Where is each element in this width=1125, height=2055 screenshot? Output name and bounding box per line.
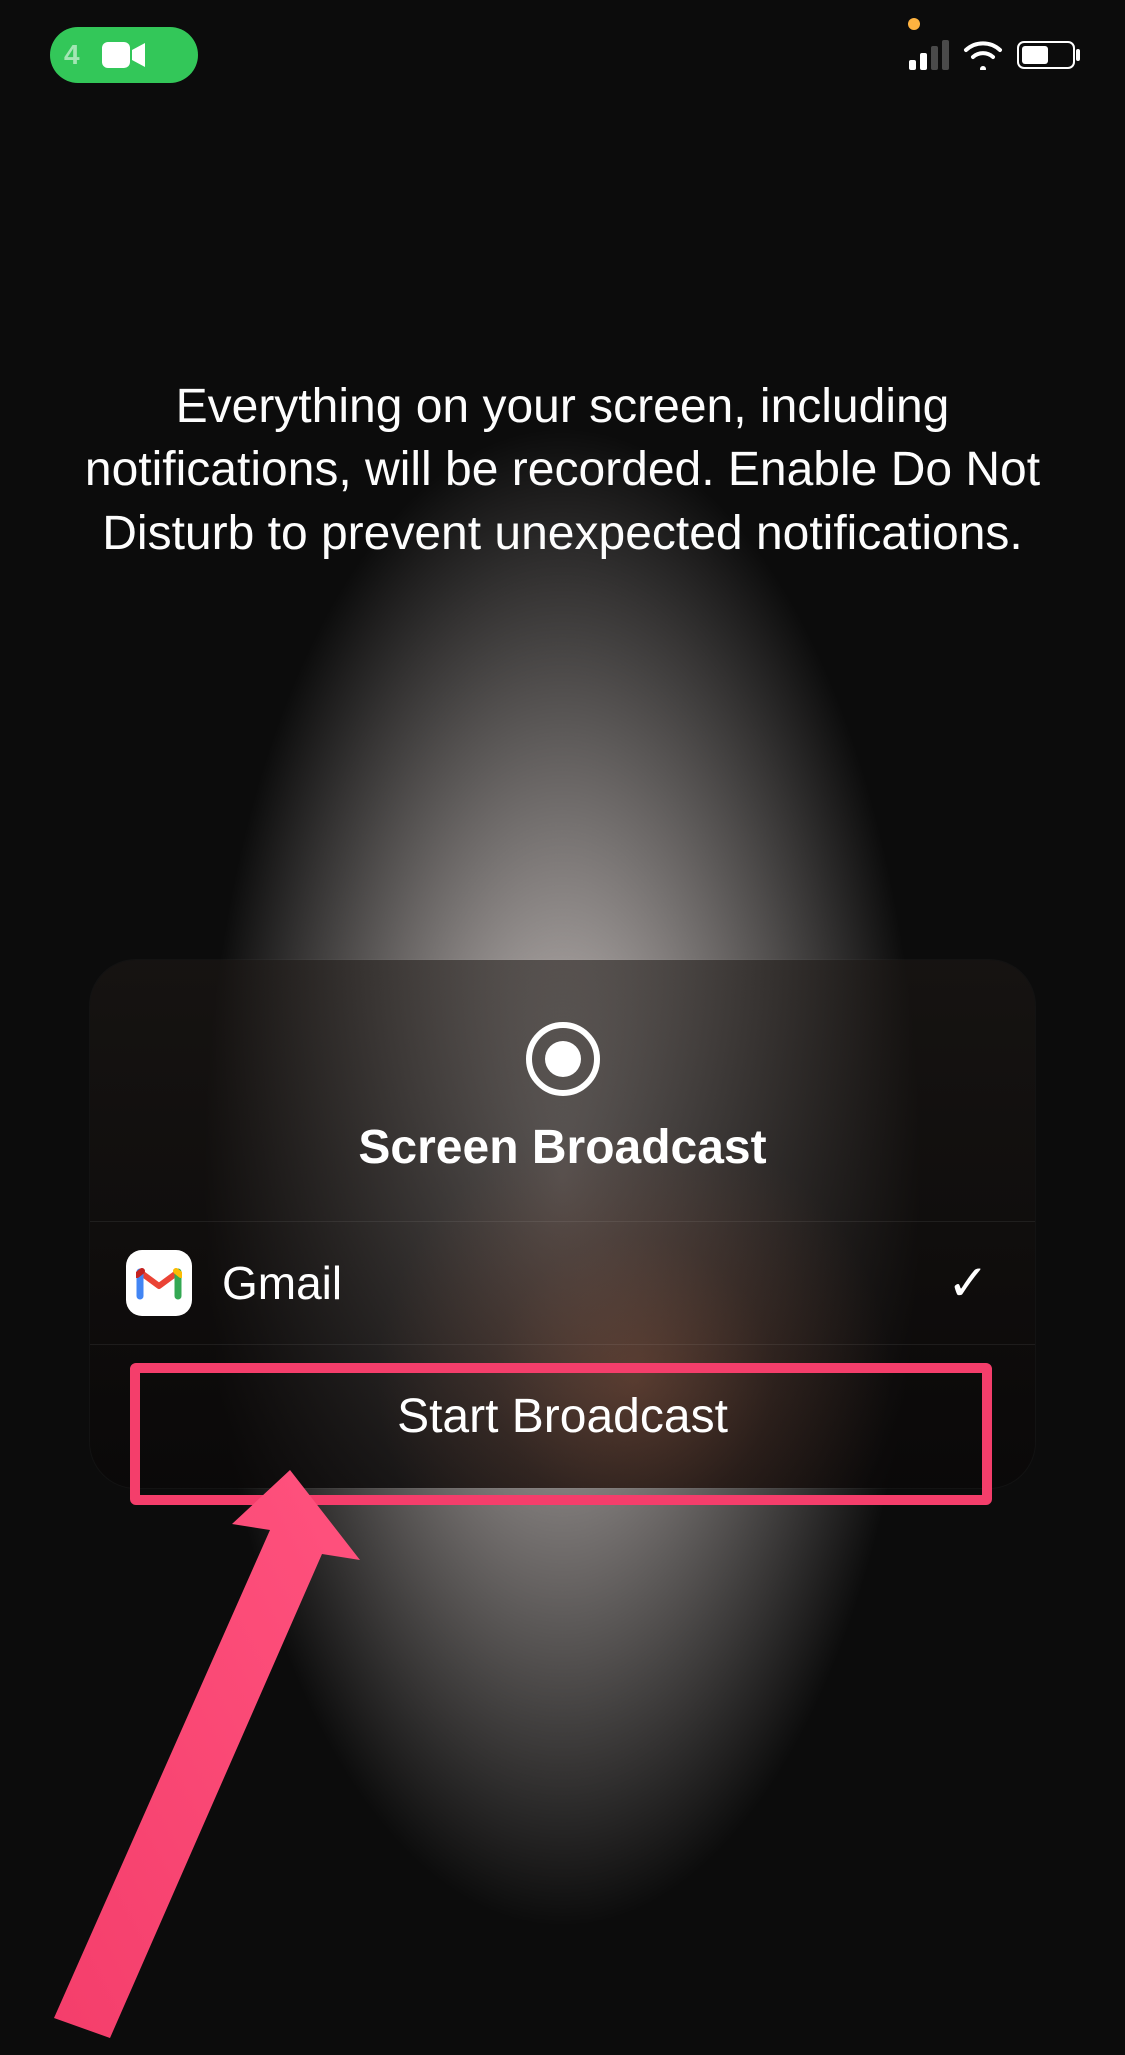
record-icon: [526, 1022, 600, 1096]
broadcast-app-row[interactable]: Gmail ✓: [90, 1222, 1035, 1345]
broadcast-card: Screen Broadcast Gmail ✓ Start Broadcast: [90, 960, 1035, 1488]
status-bar: 4: [0, 0, 1125, 110]
recording-pill-time: 4: [64, 39, 81, 71]
gmail-icon: [126, 1250, 192, 1316]
broadcast-warning-text: Everything on your screen, including not…: [70, 375, 1055, 565]
annotation-arrow: [30, 1430, 510, 2050]
wifi-icon: [963, 40, 1003, 70]
status-bar-right: [909, 40, 1075, 70]
recording-pill[interactable]: 4: [50, 27, 198, 83]
broadcast-card-header: Screen Broadcast: [90, 960, 1035, 1222]
battery-icon: [1017, 41, 1075, 69]
video-camera-icon: [102, 40, 146, 70]
cellular-signal-icon: [909, 40, 949, 70]
privacy-indicator-dot: [908, 18, 920, 30]
start-broadcast-button[interactable]: Start Broadcast: [90, 1345, 1035, 1488]
broadcast-card-title: Screen Broadcast: [120, 1120, 1005, 1175]
checkmark-icon: ✓: [947, 1254, 989, 1312]
status-bar-left: 4: [50, 27, 198, 83]
broadcast-app-label: Gmail: [222, 1256, 917, 1310]
